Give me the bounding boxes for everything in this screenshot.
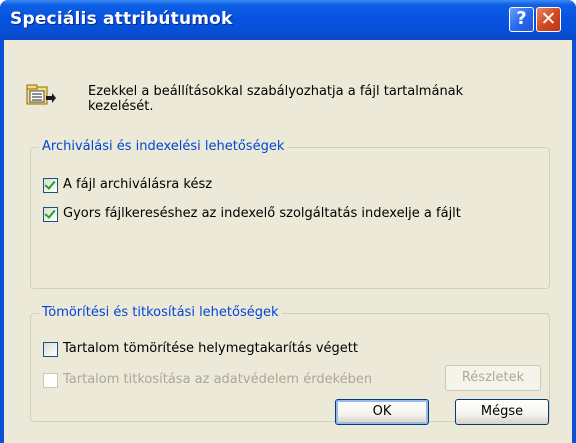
dialog-window: Speciális attribútumok ? ✕ Ezekkel a beá… — [0, 0, 576, 443]
details-button: Részletek — [445, 365, 541, 391]
index-file-label: Gyors fájlkereséshez az indexelő szolgál… — [63, 206, 461, 221]
archive-index-legend: Archiválási és indexelési lehetőségek — [39, 139, 288, 154]
checkbox-disabled-icon — [43, 373, 58, 388]
help-button[interactable]: ? — [509, 7, 534, 32]
attributes-dialog-icon — [26, 84, 56, 105]
checkbox-checked-icon[interactable] — [43, 207, 58, 222]
compress-encrypt-legend: Tömörítési és titkosítási lehetőségek — [39, 305, 282, 320]
ok-button[interactable]: OK — [335, 399, 429, 425]
compress-label: Tartalom tömörítése helymegtakarítás vég… — [63, 341, 358, 356]
title-bar[interactable]: Speciális attribútumok ? ✕ — [0, 0, 576, 40]
encrypt-label: Tartalom titkosítása az adatvédelem érde… — [63, 372, 373, 387]
checkbox-unchecked-icon[interactable] — [43, 342, 58, 357]
checkbox-checked-icon[interactable] — [43, 178, 58, 193]
close-button[interactable]: ✕ — [536, 7, 561, 32]
intro-line-2: kezelését. — [88, 99, 154, 114]
archive-index-group: Archiválási és indexelési lehetőségek A … — [30, 139, 550, 289]
intro-text: Ezekkel a beállításokkal szabályozhatja … — [88, 84, 548, 114]
archive-ready-label: A fájl archiválásra kész — [63, 177, 213, 192]
dialog-body: Ezekkel a beállításokkal szabályozhatja … — [4, 40, 572, 443]
intro-line-1: Ezekkel a beállításokkal szabályozhatja … — [88, 84, 464, 99]
window-title: Speciális attribútumok — [10, 9, 233, 29]
cancel-button[interactable]: Mégse — [455, 399, 549, 425]
